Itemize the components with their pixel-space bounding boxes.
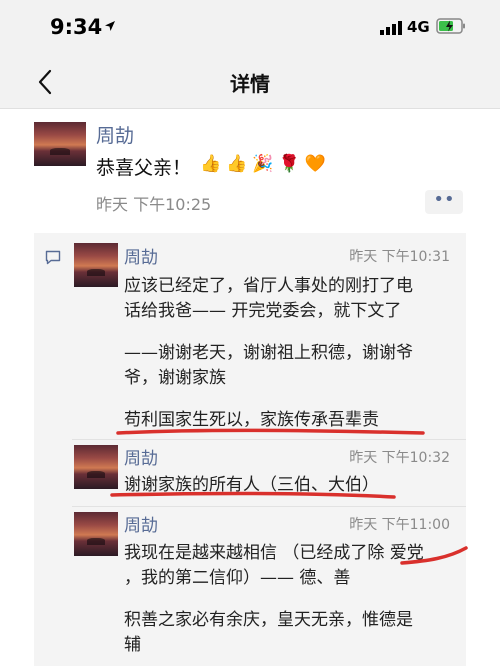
comment-divider bbox=[72, 506, 466, 507]
post-timestamp: 昨天 下午10:25 bbox=[96, 195, 212, 214]
post-emoji-row: 👍 👍 🎉 🌹 🧡 bbox=[200, 152, 326, 176]
more-actions-button[interactable]: •• bbox=[425, 190, 463, 214]
comment-author[interactable]: 周劼 bbox=[124, 511, 158, 536]
comment-divider bbox=[72, 439, 466, 440]
thumbs-up-icon: 👍 bbox=[200, 154, 222, 174]
comment-text-line: ，我的第二信仰）—— 德、善 bbox=[124, 568, 351, 588]
signal-icon bbox=[380, 21, 402, 35]
status-time: 9:34 bbox=[50, 15, 103, 39]
comment-text-line: 苟利国家生死以，家族传承吾辈责 bbox=[124, 410, 379, 430]
comment-avatar[interactable] bbox=[74, 243, 118, 287]
comment-timestamp: 昨天 下午11:00 bbox=[349, 517, 450, 533]
comment-text-line: 积善之家必有余庆，皇天无亲，惟德是 bbox=[124, 610, 413, 630]
post-avatar[interactable] bbox=[34, 122, 86, 166]
comment-text-line: 话给我爸—— 开完党委会，就下文了 bbox=[124, 301, 402, 321]
comment-text-line: 辅 bbox=[124, 635, 141, 655]
comment-text-line: ——谢谢老天，谢谢祖上积德，谢谢爷 bbox=[124, 343, 413, 363]
post-author[interactable]: 周劼 bbox=[96, 121, 134, 148]
page-title: 详情 bbox=[230, 72, 270, 96]
nav-bar: 详情 bbox=[0, 56, 500, 109]
comment-bubble-icon bbox=[45, 250, 61, 265]
comment-text-line: 爷，谢谢家族 bbox=[124, 368, 226, 388]
status-bar: 9:34 4G bbox=[0, 0, 500, 56]
rose-icon: 🌹 bbox=[278, 154, 300, 174]
comment-text-line: 我现在是越来越相信 （已经成了除 爱党 bbox=[124, 543, 424, 563]
location-arrow-icon bbox=[105, 21, 115, 31]
comment-text-line: 谢谢家族的所有人（三伯、大伯） bbox=[124, 475, 379, 495]
party-popper-icon: 🎉 bbox=[252, 154, 274, 174]
comment-text-line: 应该已经定了，省厅人事处的刚打了电 bbox=[124, 276, 413, 296]
comment-author[interactable]: 周劼 bbox=[124, 243, 158, 268]
comment-timestamp: 昨天 下午10:32 bbox=[349, 450, 450, 466]
network-type: 4G bbox=[407, 18, 430, 36]
comment-avatar[interactable] bbox=[74, 512, 118, 556]
thumbs-up-icon: 👍 bbox=[226, 154, 248, 174]
comment-author[interactable]: 周劼 bbox=[124, 444, 158, 469]
heart-icon: 🧡 bbox=[304, 154, 326, 174]
comment-avatar[interactable] bbox=[74, 445, 118, 489]
comment-timestamp: 昨天 下午10:31 bbox=[349, 249, 450, 265]
battery-charging-icon bbox=[436, 18, 465, 34]
post-text: 恭喜父亲！ bbox=[96, 157, 192, 179]
